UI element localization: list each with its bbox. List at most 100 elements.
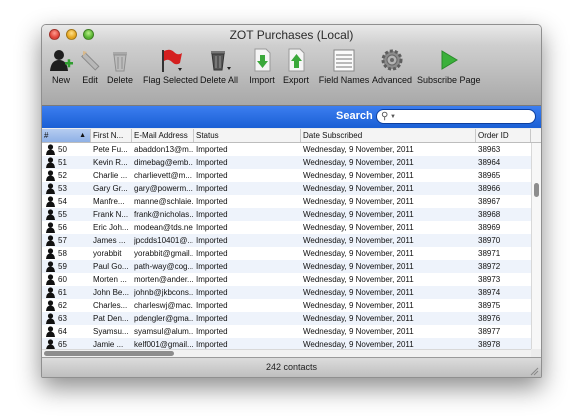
table-row[interactable]: 64 Syamsu... syamsul@alum... Imported Wednes… <box>42 325 531 338</box>
field-names-button[interactable]: Field Names <box>318 47 370 85</box>
cell-order-id: 38963 <box>478 145 501 154</box>
cell-number: 57 <box>58 236 67 245</box>
new-button[interactable]: New <box>48 47 74 85</box>
cell-number: 56 <box>58 223 67 232</box>
cell-status: Imported <box>196 171 228 180</box>
cell-first-name: Paul Go... <box>93 262 129 271</box>
cell-status: Imported <box>196 158 228 167</box>
search-bar: Search ⚲ ▼ <box>42 106 541 128</box>
cell-status: Imported <box>196 197 228 206</box>
cell-first-name: John Be... <box>93 288 130 297</box>
cell-number: 65 <box>58 340 67 349</box>
chevron-down-icon[interactable]: ▼ <box>390 114 396 120</box>
horizontal-scroll-thumb[interactable] <box>44 351 174 356</box>
cell-order-id: 38977 <box>478 327 501 336</box>
table-header: # ▲ First N... E-Mail Address Status Dat… <box>42 129 541 143</box>
cell-status: Imported <box>196 262 228 271</box>
advanced-button[interactable]: Advanced <box>372 47 412 85</box>
column-header-status[interactable]: Status <box>194 129 301 142</box>
table-row[interactable]: 62 Charles... charleswj@mac... Imported Wedn… <box>42 299 531 312</box>
cell-status: Imported <box>196 275 228 284</box>
vertical-scrollbar[interactable] <box>531 143 541 349</box>
cell-order-id: 38969 <box>478 223 501 232</box>
person-icon <box>46 313 55 324</box>
table-row[interactable]: 50 Pete Fu... abaddon13@m... Imported Wednes… <box>42 143 531 156</box>
table-row[interactable]: 61 John Be... johnb@jkbcons... Imported Wedn… <box>42 286 531 299</box>
person-icon <box>46 170 55 181</box>
cell-number: 54 <box>58 197 67 206</box>
cell-email: frank@nicholas... <box>134 210 193 219</box>
person-icon <box>46 196 55 207</box>
export-icon <box>288 48 305 72</box>
table-row[interactable]: 59 Paul Go... path-way@cog... Imported Wedne… <box>42 260 531 273</box>
cell-email: kelf001@gmail... <box>134 340 193 349</box>
cell-date-subscribed: Wednesday, 9 November, 2011 <box>303 145 414 154</box>
subscribe-page-button[interactable]: Subscribe Page <box>417 47 481 85</box>
cell-order-id: 38967 <box>478 197 501 206</box>
table-row[interactable]: 58 yorabbit yorabbit@gmail... Imported Wedne… <box>42 247 531 260</box>
table-row[interactable]: 63 Pat Den... pdengler@gma... Imported Wedne… <box>42 312 531 325</box>
edit-button[interactable]: Edit <box>78 47 102 85</box>
table-row[interactable]: 53 Gary Gr... gary@powerm... Imported Wednes… <box>42 182 531 195</box>
cell-number: 62 <box>58 301 67 310</box>
table-row[interactable]: 54 Manfre... manne@schlaie... Imported Wedne… <box>42 195 531 208</box>
cell-date-subscribed: Wednesday, 9 November, 2011 <box>303 262 414 271</box>
column-header-number[interactable]: # ▲ <box>42 129 91 142</box>
table-row[interactable]: 60 Morten ... morten@ander... Imported Wedne… <box>42 273 531 286</box>
contact-count: 242 contacts <box>265 362 318 372</box>
import-icon <box>254 48 271 72</box>
cell-order-id: 38972 <box>478 262 501 271</box>
cell-number: 52 <box>58 171 67 180</box>
table-row[interactable]: 56 Eric Joh... modean@tds.net Imported Wedne… <box>42 221 531 234</box>
cell-order-id: 38975 <box>478 301 501 310</box>
contacts-table: 50 Pete Fu... abaddon13@m... Imported Wednes… <box>42 143 531 349</box>
cell-order-id: 38976 <box>478 314 501 323</box>
cell-number: 60 <box>58 275 67 284</box>
pencil-icon <box>81 51 100 71</box>
cell-first-name: Charlie ... <box>93 171 128 180</box>
table-row[interactable]: 52 Charlie ... charlievett@m... Imported Wed… <box>42 169 531 182</box>
cell-email: gary@powerm... <box>134 184 193 193</box>
delete-button[interactable]: Delete <box>106 47 134 85</box>
column-header-date-subscribed[interactable]: Date Subscribed <box>301 129 476 142</box>
app-window: ZOT Purchases (Local) New Edit Delete Fl… <box>41 24 542 378</box>
person-icon <box>46 300 55 311</box>
gear-icon <box>381 49 403 71</box>
column-header-order-id[interactable]: Order ID <box>476 129 531 142</box>
column-header-email[interactable]: E-Mail Address <box>132 129 194 142</box>
cell-email: abaddon13@m... <box>134 145 193 154</box>
vertical-scroll-thumb[interactable] <box>534 183 539 197</box>
cell-date-subscribed: Wednesday, 9 November, 2011 <box>303 197 414 206</box>
search-field[interactable]: ⚲ ▼ <box>376 109 536 124</box>
search-input[interactable] <box>399 111 529 122</box>
cell-number: 55 <box>58 210 67 219</box>
flag-selected-button[interactable]: Flag Selected <box>143 47 198 85</box>
resize-grip-icon[interactable] <box>530 367 539 376</box>
cell-first-name: Morten ... <box>93 275 127 284</box>
cell-number: 51 <box>58 158 67 167</box>
column-header-first-name[interactable]: First N... <box>91 129 132 142</box>
cell-order-id: 38974 <box>478 288 501 297</box>
cell-email: morten@ander... <box>134 275 193 284</box>
cell-date-subscribed: Wednesday, 9 November, 2011 <box>303 223 414 232</box>
cell-status: Imported <box>196 314 228 323</box>
cell-number: 61 <box>58 288 67 297</box>
trash-icon <box>113 52 127 72</box>
table-row[interactable]: 55 Frank N... frank@nicholas... Imported Wed… <box>42 208 531 221</box>
table-row[interactable]: 57 James ... jpcdds10401@... Imported Wednes… <box>42 234 531 247</box>
cell-first-name: Manfre... <box>93 197 125 206</box>
cell-email: johnb@jkbcons... <box>134 288 193 297</box>
title-bar: ZOT Purchases (Local) <box>42 25 541 45</box>
cell-first-name: Pat Den... <box>93 314 129 323</box>
table-row[interactable]: 65 Jamie ... kelf001@gmail... Imported Wedne… <box>42 338 531 349</box>
import-button[interactable]: Import <box>248 47 276 85</box>
play-icon <box>441 50 458 70</box>
cell-status: Imported <box>196 249 228 258</box>
cell-email: charlievett@m... <box>134 171 192 180</box>
export-button[interactable]: Export <box>282 47 310 85</box>
delete-all-button[interactable]: Delete All <box>199 47 239 85</box>
table-row[interactable]: 51 Kevin R... dimebag@emb... Imported Wednes… <box>42 156 531 169</box>
cell-order-id: 38968 <box>478 210 501 219</box>
cell-number: 64 <box>58 327 67 336</box>
cell-date-subscribed: Wednesday, 9 November, 2011 <box>303 314 414 323</box>
